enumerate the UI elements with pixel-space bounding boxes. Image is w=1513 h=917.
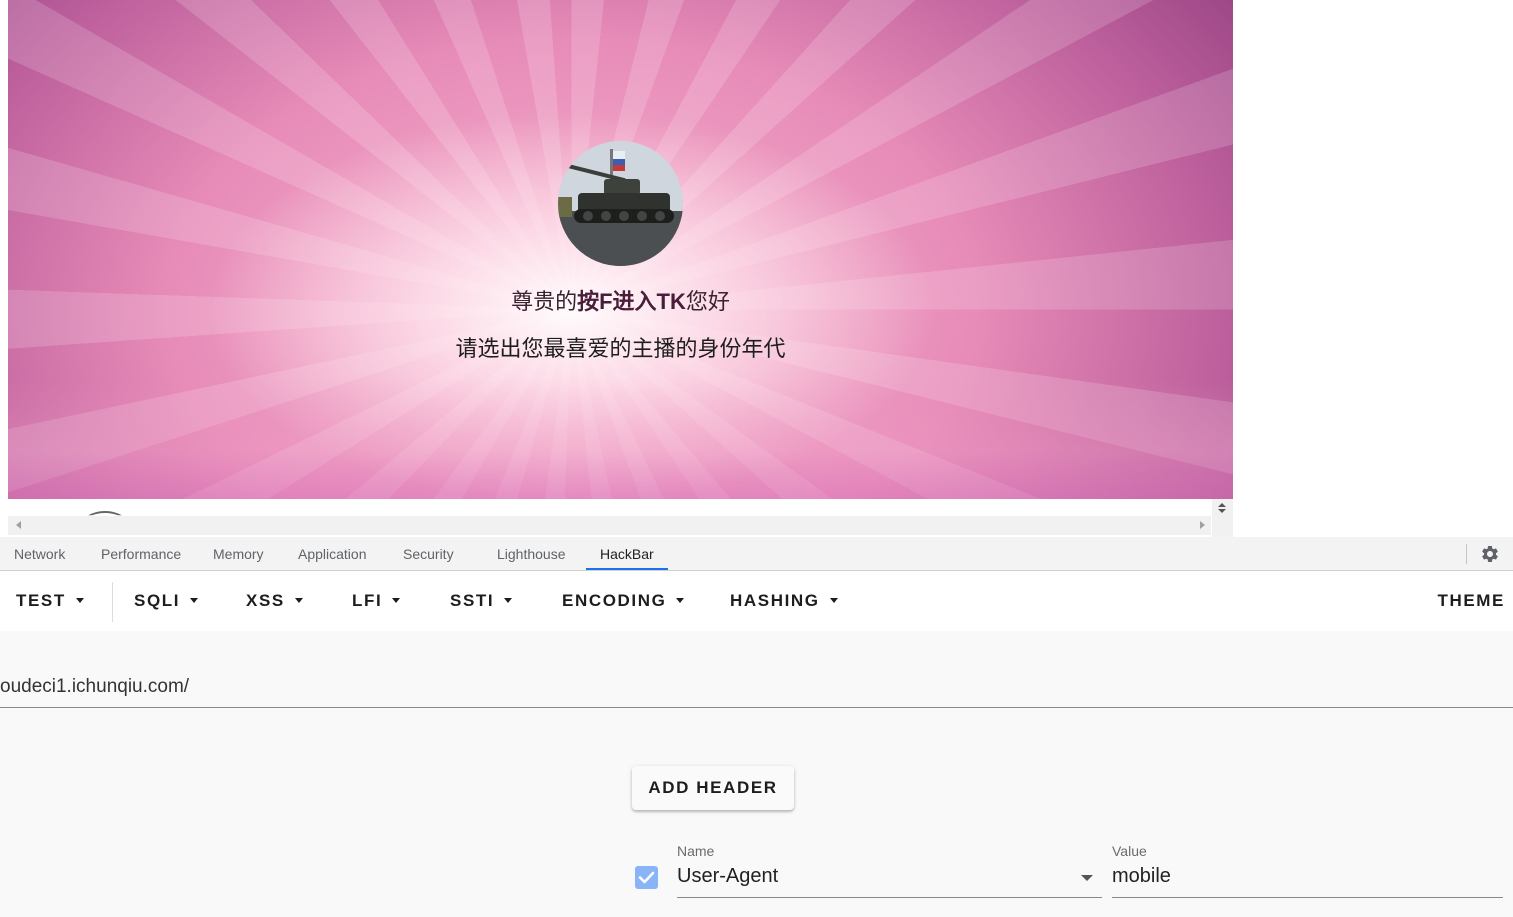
caret-down-icon [829,598,838,603]
caret-down-icon [75,598,84,603]
header-name-label: Name [677,843,715,859]
menu-lfi-button[interactable]: LFI [336,571,401,631]
tank-icon [558,141,683,266]
checkmark-icon [638,871,655,884]
caret-down-icon [392,598,401,603]
tab-memory[interactable]: Memory [199,537,278,570]
scroll-left-arrow-icon[interactable] [16,521,21,529]
greeting-prefix: 尊贵的 [511,289,578,314]
hackbar-menu-bar: TEST SQLI XSS LFI SSTI ENCODING HASHING [0,571,1513,631]
menu-xss-button[interactable]: XSS [230,571,303,631]
greeting-username: 按F进入TK [577,289,686,314]
menu-encoding-button[interactable]: ENCODING [546,571,685,631]
tab-security[interactable]: Security [389,537,468,570]
tab-hackbar[interactable]: HackBar [586,537,668,570]
caret-down-icon [294,598,303,603]
page-viewport: 尊贵的按F进入TK您好 请选出您最喜爱的主播的身份年代 [8,0,1233,499]
add-header-button[interactable]: ADD HEADER [632,766,794,810]
toolbar-divider [1466,544,1467,564]
vertical-scrollbar[interactable] [1212,499,1233,537]
menu-encoding-label: ENCODING [562,591,667,610]
header-name-select[interactable]: User-Agent [677,865,778,888]
tab-performance[interactable]: Performance [87,537,195,570]
scroll-up-arrow-icon[interactable] [1218,503,1226,507]
menu-sqli-button[interactable]: SQLI [118,571,199,631]
menu-sqli-label: SQLI [134,591,181,610]
avatar-tank-image [558,141,683,266]
header-enabled-checkbox[interactable] [635,866,658,889]
header-value-input[interactable]: mobile [1112,865,1171,888]
dropdown-arrow-icon[interactable] [1081,875,1093,881]
caret-down-icon [504,598,513,603]
theme-button[interactable]: THEME [1438,571,1506,631]
selection-prompt: 请选出您最喜爱的主播的身份年代 [455,336,786,361]
caret-down-icon [676,598,685,603]
menu-xss-label: XSS [246,591,285,610]
header-name-underline [677,897,1102,898]
header-value-underline [1112,897,1503,898]
tab-lighthouse[interactable]: Lighthouse [483,537,580,570]
settings-gear-icon[interactable] [1480,544,1500,564]
scroll-down-arrow-icon[interactable] [1218,509,1226,513]
menu-hashing-button[interactable]: HASHING [714,571,838,631]
greeting-suffix: 您好 [685,289,730,314]
menu-ssti-label: SSTI [450,591,495,610]
greeting-line: 尊贵的按F进入TK您好 [8,284,1233,316]
tab-network[interactable]: Network [0,537,79,570]
devtools-tab-bar: Network Performance Memory Application S… [0,537,1513,571]
menu-test-button[interactable]: TEST [0,571,84,631]
menu-lfi-label: LFI [352,591,383,610]
header-value-label: Value [1112,843,1147,859]
url-input[interactable]: oudeci1.ichunqiu.com/ [0,672,1513,708]
scroll-right-arrow-icon[interactable] [1200,521,1205,529]
menu-ssti-button[interactable]: SSTI [434,571,513,631]
caret-down-icon [190,598,199,603]
menu-test-label: TEST [16,591,66,610]
menu-divider [112,582,113,622]
horizontal-scrollbar[interactable] [8,516,1211,535]
tab-application[interactable]: Application [284,537,381,570]
menu-hashing-label: HASHING [730,591,820,610]
